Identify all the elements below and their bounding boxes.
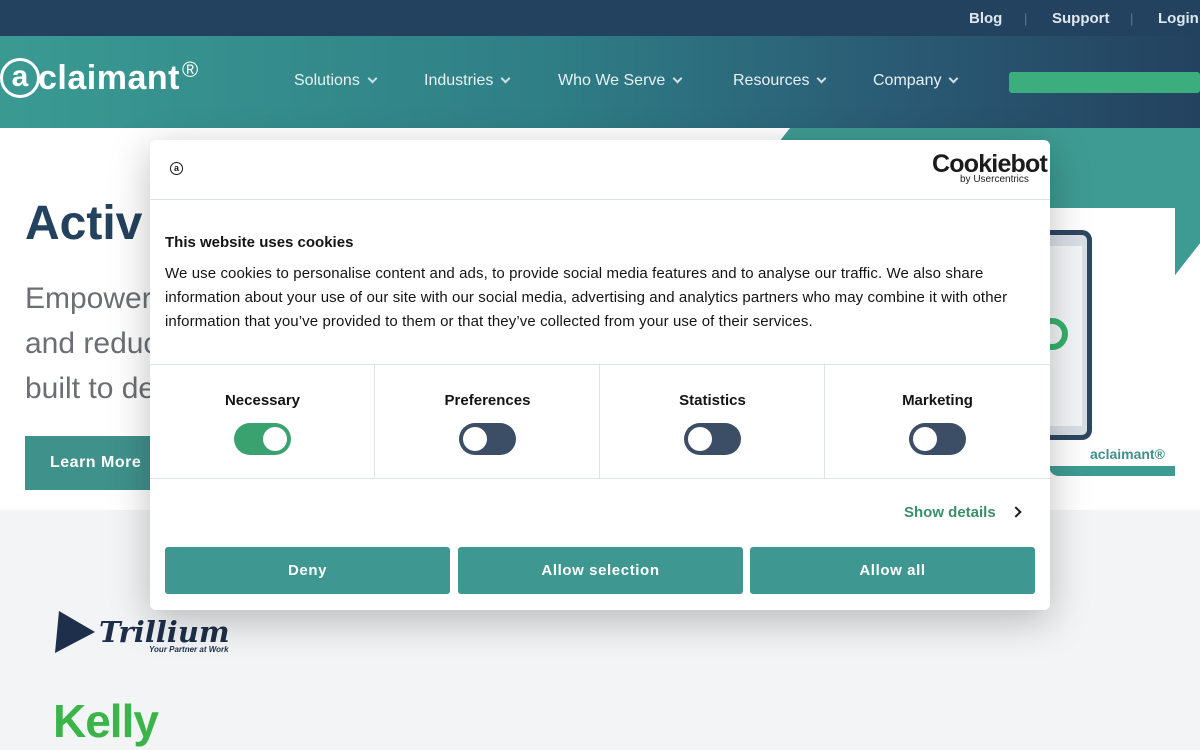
- toggle-knob: [263, 427, 287, 451]
- logo-letter: a: [0, 58, 40, 98]
- trillium-mark-icon: [55, 611, 95, 653]
- nav-label: Industries: [424, 72, 494, 89]
- trillium-wordmark: Trillium: [99, 615, 230, 649]
- chevron-down-icon: [367, 73, 378, 84]
- hero-title: Activ: [25, 197, 143, 250]
- nav-label: Who We Serve: [558, 72, 666, 89]
- cookie-consent-dialog: a Cookiebot by Usercentrics This website…: [150, 140, 1050, 610]
- dialog-description: We use cookies to personalise content an…: [165, 265, 1008, 330]
- category-necessary: Necessary: [150, 365, 375, 478]
- nav-cta-button[interactable]: [1009, 72, 1200, 93]
- utility-bar: Blog | Support | Login: [0, 0, 1200, 36]
- nav-label: Company: [873, 72, 942, 89]
- allow-selection-button[interactable]: Allow selection: [458, 547, 743, 594]
- main-nav: a claimant ® Solutions Industries Who We…: [0, 36, 1200, 128]
- necessary-toggle[interactable]: [234, 423, 291, 455]
- separator: |: [1024, 11, 1028, 26]
- hero-subtitle-line: built to de: [25, 372, 155, 405]
- category-label: Statistics: [679, 392, 746, 409]
- nav-company[interactable]: Company: [873, 70, 959, 92]
- card-logo: aclaimant®: [1090, 446, 1165, 462]
- preferences-toggle[interactable]: [459, 423, 516, 455]
- nav-who-we-serve[interactable]: Who We Serve: [558, 70, 683, 92]
- hero-subtitle-line: and reduc: [25, 327, 155, 360]
- category-preferences: Preferences: [375, 365, 600, 478]
- category-label: Preferences: [444, 392, 531, 409]
- chevron-down-icon: [949, 73, 959, 84]
- trillium-tagline: Your Partner at Work: [149, 645, 229, 654]
- toggle-knob: [913, 427, 937, 451]
- chevron-down-icon: [817, 73, 827, 84]
- nav-label: Solutions: [294, 72, 360, 89]
- category-label: Necessary: [224, 392, 301, 409]
- logo-text: claimant: [38, 58, 180, 97]
- chevron-right-icon[interactable]: [1010, 506, 1022, 518]
- kelly-logo: Kelly: [53, 695, 159, 747]
- category-statistics: Statistics: [600, 365, 825, 478]
- logo-registered-mark: ®: [181, 57, 199, 82]
- cookiebot-byline: by Usercentrics: [960, 174, 1029, 185]
- nav-solutions[interactable]: Solutions: [294, 70, 378, 92]
- toggle-knob: [688, 427, 712, 451]
- aclaimant-logo[interactable]: a claimant ®: [0, 56, 198, 100]
- chevron-down-icon: [500, 73, 511, 84]
- hero-subtitle-line: Empower: [25, 282, 152, 315]
- learn-more-button[interactable]: Learn More: [25, 436, 155, 490]
- category-marketing: Marketing: [825, 365, 1050, 478]
- dialog-header: a Cookiebot by Usercentrics: [150, 140, 1050, 200]
- show-details-link[interactable]: Show details: [904, 504, 996, 521]
- support-link[interactable]: Support: [1052, 0, 1110, 36]
- site-logo-icon: a: [170, 162, 183, 175]
- login-link[interactable]: Login: [1158, 0, 1199, 36]
- cookie-categories: Necessary Preferences Statistics Marketi…: [150, 364, 1050, 479]
- separator: |: [1130, 11, 1134, 26]
- deny-button[interactable]: Deny: [165, 547, 450, 594]
- marketing-toggle[interactable]: [909, 423, 966, 455]
- category-label: Marketing: [902, 392, 973, 409]
- dialog-title: This website uses cookies: [165, 234, 354, 251]
- statistics-toggle[interactable]: [684, 423, 741, 455]
- blog-link[interactable]: Blog: [969, 0, 1002, 36]
- chevron-down-icon: [672, 73, 683, 84]
- allow-all-button[interactable]: Allow all: [750, 547, 1035, 594]
- card-swoosh: [1049, 466, 1175, 476]
- nav-industries[interactable]: Industries: [424, 70, 511, 92]
- toggle-knob: [463, 427, 487, 451]
- nav-resources[interactable]: Resources: [733, 70, 827, 92]
- nav-label: Resources: [733, 72, 810, 89]
